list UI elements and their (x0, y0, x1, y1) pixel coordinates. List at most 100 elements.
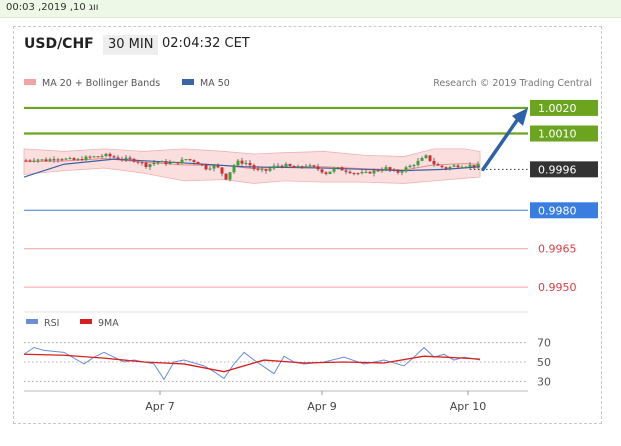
candle-body (456, 165, 460, 168)
candle-body (472, 164, 476, 167)
candle-body (364, 171, 368, 173)
candle-body (368, 171, 372, 174)
level-label-1-0020: 1.0020 (538, 102, 577, 115)
candle-body (404, 167, 408, 172)
candle-body (228, 172, 232, 180)
candle-body (248, 162, 252, 166)
candle-body (204, 165, 208, 170)
candle-body (388, 167, 392, 170)
candle-body (436, 164, 440, 166)
level-label-0-9965: 0.9965 (538, 243, 577, 256)
rsi-legend-swatch (26, 319, 38, 324)
candle-body (120, 158, 124, 160)
candle-body (332, 168, 336, 172)
candle-body (276, 165, 280, 167)
ma9-legend-swatch (80, 319, 92, 324)
candle-body (232, 165, 236, 173)
candle-body (356, 173, 360, 175)
level-lines (24, 106, 528, 288)
candle-body (80, 159, 84, 161)
ma9-legend-label: 9MA (98, 318, 119, 329)
candle-body (28, 160, 32, 162)
candle-body (464, 166, 468, 168)
candle-body (424, 155, 428, 158)
candle-body (208, 168, 212, 170)
candle-body (160, 161, 164, 163)
candle-body (344, 170, 348, 172)
candle-body (468, 164, 472, 167)
candle-body (104, 153, 108, 157)
candle-body (476, 163, 480, 167)
candle-body (128, 157, 132, 159)
candle-body (288, 163, 292, 166)
candle-body (296, 166, 300, 168)
candle-body (392, 169, 396, 171)
candle-body (56, 159, 60, 161)
level-label-0-9980: 0.9980 (538, 204, 577, 217)
candle-body (416, 160, 420, 166)
candle-body (172, 161, 176, 163)
candle-body (460, 167, 464, 169)
candle-body (384, 167, 388, 171)
candle-body (444, 167, 448, 169)
level-label-0-9996: 0.9996 (538, 163, 577, 176)
candle-body (352, 173, 356, 175)
bollinger-legend-swatch (24, 79, 36, 85)
candle-body (164, 161, 168, 165)
candle-body (408, 165, 412, 168)
candle-body (76, 159, 80, 161)
candle-body (308, 165, 312, 167)
candle-body (328, 171, 332, 174)
candle-body (116, 157, 120, 159)
candle-body (100, 156, 104, 158)
candle-body (300, 166, 304, 168)
candle-body (376, 170, 380, 172)
candle-body (324, 172, 328, 174)
candle-body (176, 161, 180, 164)
candle-body (64, 158, 68, 160)
ma50-legend-label: MA 50 (200, 78, 230, 89)
rsi-tick-70: 70 (537, 337, 551, 350)
candle-body (348, 171, 352, 174)
candle-body (268, 168, 272, 171)
candle-body (336, 167, 340, 169)
candle-body (132, 158, 136, 162)
candle-body (72, 158, 76, 160)
x-tick-label: Apr 7 (145, 400, 175, 413)
candle-body (240, 160, 244, 164)
candle-body (180, 159, 184, 164)
candle-body (340, 167, 344, 171)
candle-body (24, 160, 28, 162)
candle-body (448, 166, 452, 169)
candle-body (200, 164, 204, 166)
candle-body (360, 171, 364, 174)
level-labels: 1.0020 1.0010 0.9996 0.9980 0.9965 0.9950 (530, 99, 598, 296)
x-axis-ticks: Apr 7 Apr 9 Apr 10 (145, 391, 486, 413)
candle-body (256, 168, 260, 170)
candle-body (184, 159, 188, 161)
level-label-0-9950: 0.9950 (538, 281, 577, 294)
candle-body (236, 160, 240, 166)
candle-body (196, 161, 200, 165)
candle-body (60, 159, 64, 161)
candle-body (312, 165, 316, 167)
price-chart: MA 20 + Bollinger Bands MA 50 Research ©… (23, 78, 598, 413)
candle-body (32, 160, 36, 162)
candle-body (92, 156, 96, 158)
x-tick-label: Apr 9 (307, 400, 337, 413)
forecast-arrow-shaft (481, 117, 520, 172)
bollinger-legend-label: MA 20 + Bollinger Bands (42, 78, 160, 89)
candle-body (68, 158, 72, 160)
candle-body (280, 165, 284, 167)
candle-body (112, 156, 116, 158)
candle-body (252, 165, 256, 169)
candle-body (372, 170, 376, 174)
candle-body (400, 171, 404, 173)
candle-body (108, 153, 112, 157)
candle-body (264, 169, 268, 171)
candle-body (48, 159, 52, 162)
candle-body (320, 169, 324, 173)
candle-body (216, 165, 220, 168)
candle-body (220, 167, 224, 174)
candle-body (212, 165, 216, 169)
